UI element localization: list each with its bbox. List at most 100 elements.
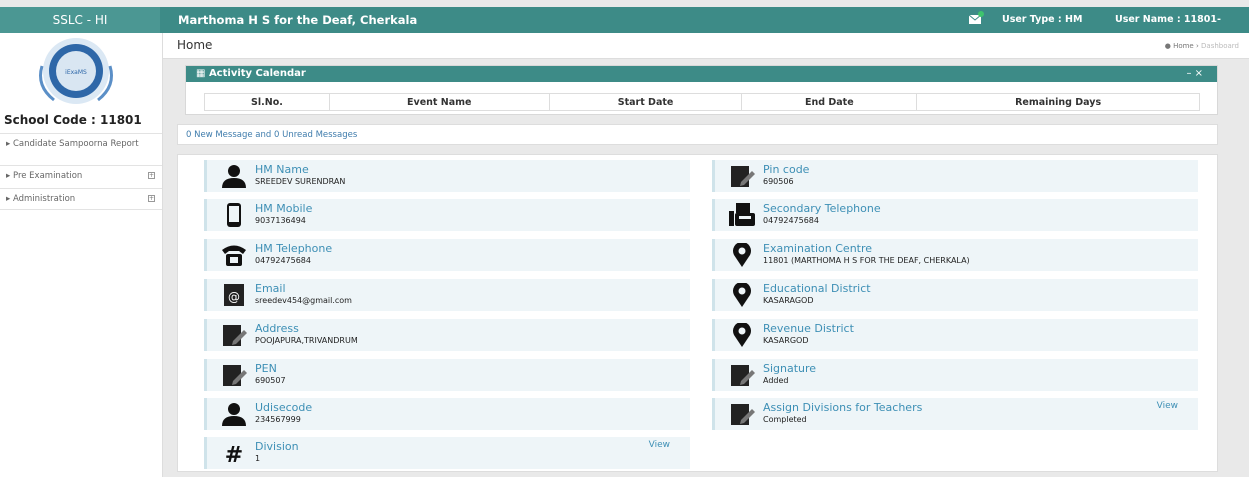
info-value: Completed: [763, 415, 807, 424]
sidebar-item-pre-examination[interactable]: ▸ Pre Examination +: [0, 165, 162, 187]
svg-text:iExaMS: iExaMS: [65, 69, 87, 76]
edit-icon: [731, 166, 755, 187]
page-header: Home ● Home › Dashboard: [163, 33, 1249, 59]
panel-header: ▦ Activity Calendar: [186, 66, 1217, 82]
table-header-row: Sl.No. Event Name Start Date End Date Re…: [204, 93, 1200, 111]
info-card-hm-name: HM Name SREEDEV SURENDRAN: [204, 160, 690, 192]
info-label: Revenue District: [763, 322, 854, 335]
info-label: HM Telephone: [255, 242, 333, 255]
map-marker-icon: [733, 323, 751, 347]
info-label: Udisecode: [255, 401, 313, 414]
info-label: Educational District: [763, 282, 871, 295]
info-value: 1: [255, 454, 261, 463]
info-value: KASARGOD: [763, 336, 809, 345]
info-card-address: Address POOJAPURA,TRIVANDRUM: [204, 319, 690, 351]
info-value: 11801 (MARTHOMA H S FOR THE DEAF, CHERKA…: [763, 256, 970, 265]
panel-controls[interactable]: – ×: [1186, 68, 1203, 79]
info-card-email: @ Email sreedev454@gmail.com: [204, 279, 690, 311]
user-name[interactable]: User Name : 11801-: [1115, 7, 1221, 33]
telephone-icon: [222, 245, 246, 266]
info-value: 234567999: [255, 415, 301, 424]
column-header: Event Name: [328, 93, 550, 111]
info-label: Assign Divisions for Teachers: [763, 401, 923, 414]
info-label: Signature: [763, 362, 817, 375]
exam-logo: iExaMS: [39, 38, 113, 104]
breadcrumb-current: Dashboard: [1201, 42, 1239, 50]
info-card-examination-centre: Examination Centre 11801 (MARTHOMA H S F…: [712, 239, 1198, 271]
info-card-secondary-telephone: Secondary Telephone 04792475684: [712, 199, 1198, 231]
info-card-udisecode: Udisecode 234567999: [204, 398, 690, 430]
column-header: Start Date: [548, 93, 743, 111]
top-bar: SSLC - HI Marthoma H S for the Deaf, Che…: [0, 7, 1249, 33]
info-value: 690507: [255, 376, 286, 385]
info-card-assign-divisions: Assign Divisions for Teachers Completed …: [712, 398, 1198, 430]
person-icon: [222, 403, 246, 426]
messages-bar[interactable]: 0 New Message and 0 Unread Messages: [177, 124, 1218, 145]
sidebar-item-label: ▸ Administration: [6, 194, 76, 204]
sidebar-item-label: ▸ Candidate Sampoorna Report: [6, 139, 139, 149]
info-label: Address: [255, 322, 299, 335]
map-marker-icon: [733, 283, 751, 307]
info-value: SREEDEV SURENDRAN: [255, 177, 346, 186]
column-header: End Date: [741, 93, 918, 111]
info-value: KASARAGOD: [763, 296, 814, 305]
activity-table: Sl.No. Event Name Start Date End Date Re…: [204, 93, 1200, 111]
edit-icon: [731, 404, 755, 425]
svg-text:@: @: [228, 290, 240, 304]
info-label: Secondary Telephone: [763, 202, 881, 215]
school-code: School Code : 11801: [4, 113, 142, 127]
plus-box-icon: +: [148, 195, 155, 202]
person-icon: [222, 165, 246, 188]
breadcrumb: ● Home › Dashboard: [1165, 42, 1239, 50]
info-value: 690506: [763, 177, 794, 186]
svg-text:#: #: [225, 443, 243, 465]
plus-box-icon: +: [148, 172, 155, 179]
view-division-link[interactable]: View: [649, 440, 670, 450]
info-card-division: # Division 1 View: [204, 437, 690, 469]
info-card-pin-code: Pin code 690506: [712, 160, 1198, 192]
email-icon: @: [224, 284, 244, 306]
info-label: Pin code: [763, 163, 810, 176]
info-card-pen: PEN 690507: [204, 359, 690, 391]
info-card-signature: Signature Added: [712, 359, 1198, 391]
home-icon: ●: [1164, 42, 1171, 50]
edit-icon: [223, 365, 247, 386]
mail-notification-dot: [978, 11, 984, 17]
info-label: HM Name: [255, 163, 309, 176]
calendar-icon: ▦: [196, 68, 209, 79]
info-label: PEN: [255, 362, 277, 375]
column-header: Sl.No.: [204, 93, 330, 111]
info-card-hm-mobile: HM Mobile 9037136494: [204, 199, 690, 231]
mobile-icon: [227, 203, 241, 227]
info-label: Email: [255, 282, 286, 295]
panel-title: Activity Calendar: [208, 68, 306, 79]
breadcrumb-separator: ›: [1195, 42, 1199, 50]
info-label: HM Mobile: [255, 202, 313, 215]
info-value: sreedev454@gmail.com: [255, 296, 352, 305]
column-header: Remaining Days: [916, 93, 1200, 111]
edit-icon: [223, 325, 247, 346]
info-value: POOJAPURA,TRIVANDRUM: [255, 336, 358, 345]
info-value: 04792475684: [255, 256, 311, 265]
sidebar-item-administration[interactable]: ▸ Administration +: [0, 188, 162, 210]
edit-icon: [731, 365, 755, 386]
sidebar-item-label: ▸ Pre Examination: [6, 171, 83, 181]
school-name: Marthoma H S for the Deaf, Cherkala: [178, 13, 418, 27]
hash-icon: #: [225, 443, 243, 465]
sidebar-item-candidate-sampoorna-report[interactable]: ▸ Candidate Sampoorna Report: [0, 133, 162, 163]
map-marker-icon: [733, 243, 751, 267]
info-card-educational-district: Educational District KASARAGOD: [712, 279, 1198, 311]
info-label: Examination Centre: [763, 242, 873, 255]
user-type: User Type : HM: [1002, 14, 1083, 25]
info-value: 9037136494: [255, 216, 306, 225]
info-card-hm-telephone: HM Telephone 04792475684: [204, 239, 690, 271]
sidebar: iExaMS School Code : 11801 ▸ Candidate S…: [0, 33, 163, 477]
breadcrumb-home[interactable]: Home: [1173, 42, 1194, 50]
info-value: Added: [763, 376, 789, 385]
view-assign-divisions-link[interactable]: View: [1157, 401, 1178, 411]
app-brand[interactable]: SSLC - HI: [0, 7, 160, 33]
info-value: 04792475684: [763, 216, 819, 225]
activity-calendar-panel: ▦ Activity Calendar – × Sl.No. Event Nam…: [185, 65, 1218, 115]
info-label: Division: [255, 440, 299, 453]
fax-icon: [729, 203, 755, 226]
